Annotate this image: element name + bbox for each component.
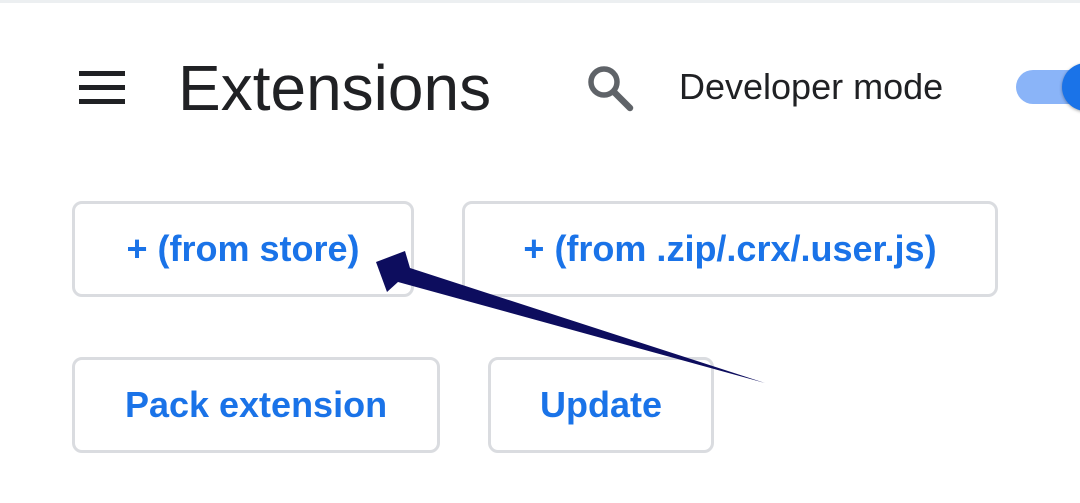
pack-extension-button[interactable]: Pack extension <box>72 357 440 453</box>
page-title: Extensions <box>178 52 492 124</box>
menu-button[interactable] <box>72 58 132 118</box>
extensions-page: Extensions Developer mode + (from store)… <box>0 0 1080 503</box>
add-from-store-button[interactable]: + (from store) <box>72 201 414 297</box>
hamburger-menu-icon <box>79 71 125 104</box>
top-divider <box>0 0 1080 3</box>
developer-mode-toggle[interactable] <box>1016 63 1080 111</box>
add-from-file-button[interactable]: + (from .zip/.crx/.user.js) <box>462 201 998 297</box>
update-button[interactable]: Update <box>488 357 714 453</box>
developer-mode-label: Developer mode <box>679 66 944 107</box>
search-icon <box>588 66 634 112</box>
search-button[interactable] <box>580 58 640 118</box>
